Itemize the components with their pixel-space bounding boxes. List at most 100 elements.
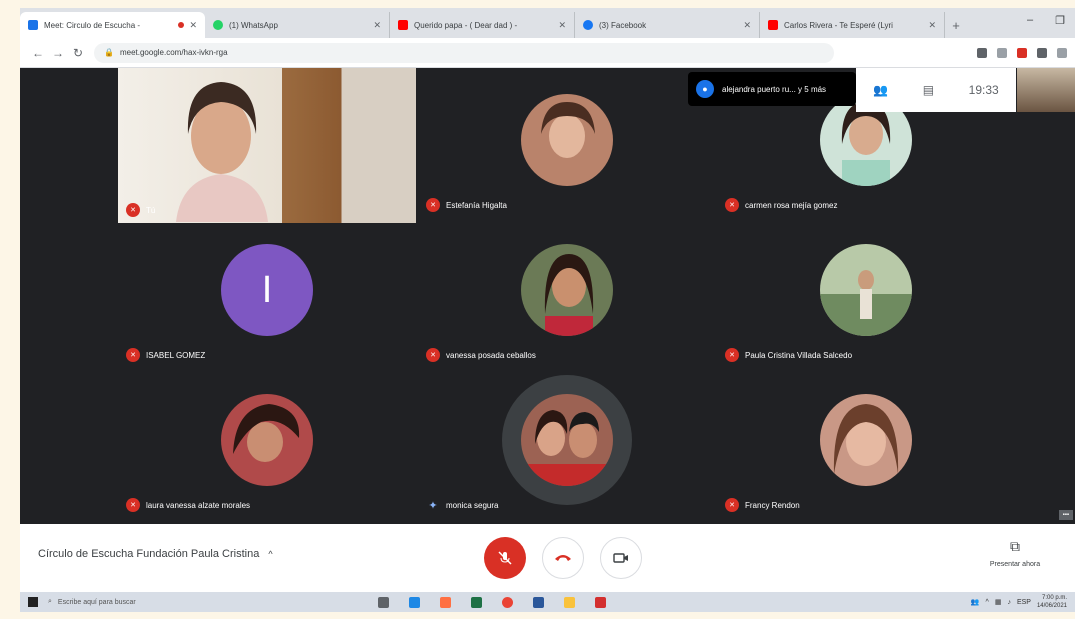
participant-name: Francy Rendon <box>745 500 800 510</box>
menu-icon[interactable] <box>1057 47 1067 58</box>
participant-name: Estefanía Higalta <box>446 200 507 210</box>
more-label: ▪▪▪ <box>1058 510 1073 520</box>
presenter-thumbnail[interactable] <box>1017 68 1075 112</box>
browser-tab-youtube-1[interactable]: Querido papa - ( Dear dad ) - ✕ <box>390 12 575 38</box>
participant-name-bar: ✕ vanessa posada ceballos <box>426 348 536 362</box>
participant-name-bar: ✕ Francy Rendon <box>725 498 800 512</box>
file-explorer-icon[interactable] <box>564 596 575 608</box>
puzzle-icon[interactable] <box>1037 47 1047 58</box>
participant-name-bar: ✕ Estefanía Higalta <box>426 198 507 212</box>
taskbar-apps <box>378 596 606 608</box>
participant-tile[interactable]: ✕ laura vanessa alzate morales <box>118 368 416 518</box>
tray-time: 7:00 p.m. <box>1041 595 1067 601</box>
close-tab-icon[interactable]: ✕ <box>743 20 751 31</box>
camera-indicator-icon[interactable] <box>977 47 987 58</box>
extension-icons <box>977 47 1067 58</box>
participant-avatar <box>521 244 613 336</box>
close-tab-icon[interactable]: ✕ <box>189 20 197 31</box>
language-indicator[interactable]: ESP <box>1017 599 1031 606</box>
back-button[interactable]: ← <box>28 46 48 60</box>
mic-off-icon: ✕ <box>126 203 140 217</box>
close-tab-icon[interactable]: ✕ <box>558 20 566 31</box>
participant-tile-speaking[interactable]: ✦ monica segura <box>418 368 716 518</box>
participant-name-bar: ✦ monica segura <box>426 498 498 512</box>
maximize-button[interactable]: ❐ <box>1055 14 1065 27</box>
task-view-icon[interactable] <box>378 596 389 608</box>
word-icon[interactable] <box>533 596 544 608</box>
participants-icon[interactable]: 👥 <box>873 83 888 97</box>
browser-tab-youtube-2[interactable]: Carlos Rivera - Te Esperé (Lyri ✕ <box>760 12 945 38</box>
chat-icon[interactable]: ▤ <box>923 83 934 97</box>
mic-off-icon: ✕ <box>126 348 140 362</box>
meeting-clock: 19:33 <box>968 83 999 97</box>
participant-tile[interactable]: ✕ vanessa posada ceballos <box>418 218 716 368</box>
edge-icon[interactable] <box>409 596 420 608</box>
browser-tab-whatsapp[interactable]: (1) WhatsApp ✕ <box>205 12 390 38</box>
volume-icon[interactable]: ♪ <box>1007 599 1011 606</box>
right-gutter: ▪▪▪ <box>1017 112 1075 524</box>
participant-name-bar: ✕ Paula Cristina Villada Salcedo <box>725 348 852 362</box>
windows-start-icon[interactable] <box>28 597 38 607</box>
taskbar-search[interactable]: ⌕ Escribe aquí para buscar <box>48 598 288 606</box>
participant-name: carmen rosa mejía gomez <box>745 200 838 210</box>
meeting-details-button[interactable]: Círculo de Escucha Fundación Paula Crist… <box>38 548 273 560</box>
facebook-favicon-icon <box>583 20 593 30</box>
clock[interactable]: 7:00 p.m. 14/06/2021 <box>1037 594 1067 610</box>
address-bar-row: ← → ↻ 🔒 meet.google.com/hax-ivkn-rga <box>20 38 1075 68</box>
extension-red-icon[interactable] <box>1017 47 1027 58</box>
participant-name: ISABEL GOMEZ <box>146 350 206 360</box>
firefox-icon[interactable] <box>440 596 451 608</box>
participant-name-bar: ✕ carmen rosa mejía gomez <box>725 198 837 212</box>
tab-title: Meet: Circulo de Escucha - <box>44 20 141 30</box>
screen: Meet: Circulo de Escucha - ✕ (1) WhatsAp… <box>20 8 1075 612</box>
participant-tile[interactable]: ✕ Francy Rendon <box>717 368 1015 518</box>
close-tab-icon[interactable]: ✕ <box>373 20 381 31</box>
minimize-button[interactable]: – <box>1027 14 1033 27</box>
network-icon[interactable]: ▦ <box>995 598 1002 606</box>
whatsapp-favicon-icon <box>213 20 223 30</box>
mic-off-icon: ✕ <box>725 198 739 212</box>
chrome-icon[interactable] <box>502 596 513 608</box>
window-controls: – ❐ <box>1027 14 1065 27</box>
mic-toggle-button[interactable] <box>484 537 526 579</box>
participants-joined-notification[interactable]: ● alejandra puerto ru... y 5 más <box>688 72 856 106</box>
present-now-button[interactable]: ⧉ Presentar ahora <box>975 538 1055 568</box>
forward-button[interactable]: → <box>48 46 68 60</box>
present-screen-icon: ⧉ <box>1010 538 1020 554</box>
recording-dot-icon <box>178 22 185 28</box>
participant-avatar <box>521 94 613 186</box>
participant-avatar <box>521 394 613 486</box>
new-tab-button[interactable]: + <box>945 12 967 38</box>
pdf-icon[interactable] <box>595 596 606 608</box>
mic-off-icon: ✕ <box>725 348 739 362</box>
participant-tile[interactable]: ✕ Paula Cristina Villada Salcedo <box>717 218 1015 368</box>
participant-name: vanessa posada ceballos <box>446 350 536 360</box>
people-icon[interactable]: 👥 <box>971 598 980 606</box>
excel-icon[interactable] <box>471 596 482 608</box>
browser-tab-facebook[interactable]: (3) Facebook ✕ <box>575 12 760 38</box>
reload-button[interactable]: ↻ <box>68 46 88 60</box>
top-right-toolbar: 👥 ▤ 19:33 <box>856 68 1016 112</box>
participant-tile[interactable]: I ✕ ISABEL GOMEZ <box>118 218 416 368</box>
present-label: Presentar ahora <box>989 561 1041 568</box>
leave-call-button[interactable] <box>542 537 584 579</box>
url-text: meet.google.com/hax-ivkn-rga <box>119 48 228 57</box>
video-grid: ✕ Tú ✕ Estefanía Higalta ✕ carmen rosa mej… <box>20 68 1075 524</box>
browser-tab-meet[interactable]: Meet: Circulo de Escucha - ✕ <box>20 12 205 38</box>
tab-title: (1) WhatsApp <box>229 20 278 30</box>
avatar-letter: I <box>261 268 273 311</box>
mic-off-icon <box>498 551 512 565</box>
self-video-tile[interactable]: ✕ Tú <box>118 68 416 223</box>
participant-avatar <box>820 394 912 486</box>
close-tab-icon[interactable]: ✕ <box>928 20 936 31</box>
participant-avatar <box>820 244 912 336</box>
self-label: Tú <box>146 205 156 215</box>
participant-name-bar: ✕ ISABEL GOMEZ <box>126 348 205 362</box>
star-icon[interactable] <box>997 47 1007 58</box>
url-input[interactable]: 🔒 meet.google.com/hax-ivkn-rga <box>94 42 834 63</box>
self-video-person <box>176 82 268 222</box>
chevron-up-icon[interactable]: ^ <box>986 599 989 606</box>
camera-toggle-button[interactable] <box>600 537 642 579</box>
participant-name: monica segura <box>446 500 499 510</box>
participant-tile[interactable]: ✕ Estefanía Higalta <box>418 68 716 218</box>
